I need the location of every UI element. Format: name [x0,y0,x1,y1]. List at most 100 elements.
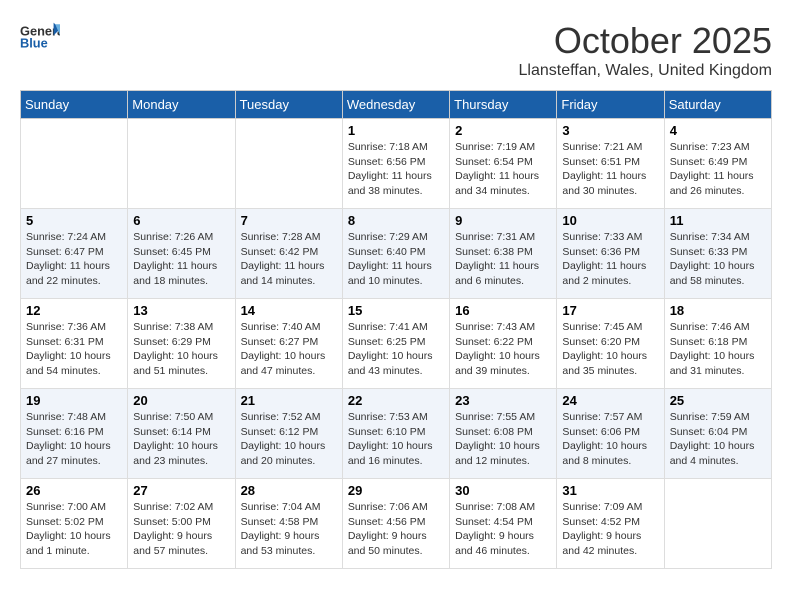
day-number: 28 [241,483,337,498]
day-number: 6 [133,213,229,228]
day-number: 10 [562,213,658,228]
calendar-cell [21,119,128,209]
day-number: 9 [455,213,551,228]
day-info: Sunrise: 7:02 AMSunset: 5:00 PMDaylight:… [133,500,229,559]
calendar-cell: 18 Sunrise: 7:46 AMSunset: 6:18 PMDayligh… [664,299,771,389]
day-number: 25 [670,393,766,408]
title-section: October 2025 Llansteffan, Wales, United … [519,20,772,80]
calendar-table: SundayMondayTuesdayWednesdayThursdayFrid… [20,90,772,569]
day-number: 18 [670,303,766,318]
calendar-cell: 17 Sunrise: 7:45 AMSunset: 6:20 PMDayligh… [557,299,664,389]
day-number: 20 [133,393,229,408]
day-number: 22 [348,393,444,408]
day-number: 31 [562,483,658,498]
calendar-week-row: 12 Sunrise: 7:36 AMSunset: 6:31 PMDayligh… [21,299,772,389]
weekday-header: Friday [557,91,664,119]
calendar-week-row: 26Sunrise: 7:00 AMSunset: 5:02 PMDayligh… [21,479,772,569]
month-title: October 2025 [519,20,772,62]
day-info: Sunrise: 7:33 AMSunset: 6:36 PMDaylight:… [562,230,658,289]
day-info: Sunrise: 7:38 AMSunset: 6:29 PMDaylight:… [133,320,229,379]
calendar-cell: 2 Sunrise: 7:19 AMSunset: 6:54 PMDaylight… [450,119,557,209]
calendar-cell: 3 Sunrise: 7:21 AMSunset: 6:51 PMDaylight… [557,119,664,209]
day-info: Sunrise: 7:34 AMSunset: 6:33 PMDaylight:… [670,230,766,289]
calendar-cell: 26Sunrise: 7:00 AMSunset: 5:02 PMDayligh… [21,479,128,569]
calendar-cell: 4 Sunrise: 7:23 AMSunset: 6:49 PMDaylight… [664,119,771,209]
day-number: 3 [562,123,658,138]
weekday-header-row: SundayMondayTuesdayWednesdayThursdayFrid… [21,91,772,119]
day-number: 8 [348,213,444,228]
weekday-header: Thursday [450,91,557,119]
calendar-cell: 9 Sunrise: 7:31 AMSunset: 6:38 PMDaylight… [450,209,557,299]
day-number: 5 [26,213,122,228]
calendar-cell: 13 Sunrise: 7:38 AMSunset: 6:29 PMDayligh… [128,299,235,389]
day-number: 27 [133,483,229,498]
calendar-cell: 14 Sunrise: 7:40 AMSunset: 6:27 PMDayligh… [235,299,342,389]
weekday-header: Saturday [664,91,771,119]
day-info: Sunrise: 7:46 AMSunset: 6:18 PMDaylight:… [670,320,766,379]
calendar-cell: 7 Sunrise: 7:28 AMSunset: 6:42 PMDaylight… [235,209,342,299]
calendar-cell: 10 Sunrise: 7:33 AMSunset: 6:36 PMDayligh… [557,209,664,299]
day-info: Sunrise: 7:43 AMSunset: 6:22 PMDaylight:… [455,320,551,379]
day-number: 2 [455,123,551,138]
calendar-cell: 16 Sunrise: 7:43 AMSunset: 6:22 PMDayligh… [450,299,557,389]
location: Llansteffan, Wales, United Kingdom [519,62,772,80]
calendar-cell: 5Sunrise: 7:24 AMSunset: 6:47 PMDaylight… [21,209,128,299]
calendar-cell: 1 Sunrise: 7:18 AMSunset: 6:56 PMDaylight… [342,119,449,209]
calendar-cell: 12 Sunrise: 7:36 AMSunset: 6:31 PMDayligh… [21,299,128,389]
weekday-header: Tuesday [235,91,342,119]
day-number: 17 [562,303,658,318]
day-info: Sunrise: 7:31 AMSunset: 6:38 PMDaylight:… [455,230,551,289]
day-number: 26 [26,483,122,498]
calendar-week-row: 5Sunrise: 7:24 AMSunset: 6:47 PMDaylight… [21,209,772,299]
day-info: Sunrise: 7:50 AMSunset: 6:14 PMDaylight:… [133,410,229,469]
day-info: Sunrise: 7:52 AMSunset: 6:12 PMDaylight:… [241,410,337,469]
day-info: Sunrise: 7:45 AMSunset: 6:20 PMDaylight:… [562,320,658,379]
calendar-cell: 23Sunrise: 7:55 AMSunset: 6:08 PMDayligh… [450,389,557,479]
day-info: Sunrise: 7:23 AMSunset: 6:49 PMDaylight:… [670,140,766,199]
calendar-cell: 30Sunrise: 7:08 AMSunset: 4:54 PMDayligh… [450,479,557,569]
calendar-cell: 25Sunrise: 7:59 AMSunset: 6:04 PMDayligh… [664,389,771,479]
day-info: Sunrise: 7:08 AMSunset: 4:54 PMDaylight:… [455,500,551,559]
day-info: Sunrise: 7:19 AMSunset: 6:54 PMDaylight:… [455,140,551,199]
calendar-cell: 11 Sunrise: 7:34 AMSunset: 6:33 PMDayligh… [664,209,771,299]
calendar-cell: 31 Sunrise: 7:09 AMSunset: 4:52 PMDayligh… [557,479,664,569]
day-info: Sunrise: 7:53 AMSunset: 6:10 PMDaylight:… [348,410,444,469]
calendar-cell: 15Sunrise: 7:41 AMSunset: 6:25 PMDayligh… [342,299,449,389]
logo: General Blue [20,20,60,50]
day-info: Sunrise: 7:57 AMSunset: 6:06 PMDaylight:… [562,410,658,469]
day-info: Sunrise: 7:40 AMSunset: 6:27 PMDaylight:… [241,320,337,379]
day-info: Sunrise: 7:04 AMSunset: 4:58 PMDaylight:… [241,500,337,559]
day-info: Sunrise: 7:55 AMSunset: 6:08 PMDaylight:… [455,410,551,469]
day-number: 13 [133,303,229,318]
day-number: 19 [26,393,122,408]
calendar-cell: 21 Sunrise: 7:52 AMSunset: 6:12 PMDayligh… [235,389,342,479]
calendar-cell [128,119,235,209]
day-number: 14 [241,303,337,318]
day-number: 1 [348,123,444,138]
weekday-header: Wednesday [342,91,449,119]
day-number: 21 [241,393,337,408]
day-info: Sunrise: 7:41 AMSunset: 6:25 PMDaylight:… [348,320,444,379]
day-info: Sunrise: 7:06 AMSunset: 4:56 PMDaylight:… [348,500,444,559]
day-info: Sunrise: 7:29 AMSunset: 6:40 PMDaylight:… [348,230,444,289]
day-number: 12 [26,303,122,318]
calendar-cell: 22 Sunrise: 7:53 AMSunset: 6:10 PMDayligh… [342,389,449,479]
calendar-cell: 8 Sunrise: 7:29 AMSunset: 6:40 PMDaylight… [342,209,449,299]
calendar-cell: 6 Sunrise: 7:26 AMSunset: 6:45 PMDaylight… [128,209,235,299]
day-number: 4 [670,123,766,138]
day-number: 11 [670,213,766,228]
day-info: Sunrise: 7:26 AMSunset: 6:45 PMDaylight:… [133,230,229,289]
calendar-cell [664,479,771,569]
day-info: Sunrise: 7:21 AMSunset: 6:51 PMDaylight:… [562,140,658,199]
page-header: General Blue October 2025 Llansteffan, W… [20,20,772,80]
day-number: 7 [241,213,337,228]
day-info: Sunrise: 7:09 AMSunset: 4:52 PMDaylight:… [562,500,658,559]
day-number: 16 [455,303,551,318]
day-info: Sunrise: 7:18 AMSunset: 6:56 PMDaylight:… [348,140,444,199]
day-info: Sunrise: 7:36 AMSunset: 6:31 PMDaylight:… [26,320,122,379]
calendar-cell: 28 Sunrise: 7:04 AMSunset: 4:58 PMDayligh… [235,479,342,569]
svg-text:Blue: Blue [20,35,48,50]
day-info: Sunrise: 7:28 AMSunset: 6:42 PMDaylight:… [241,230,337,289]
calendar-cell [235,119,342,209]
weekday-header: Monday [128,91,235,119]
